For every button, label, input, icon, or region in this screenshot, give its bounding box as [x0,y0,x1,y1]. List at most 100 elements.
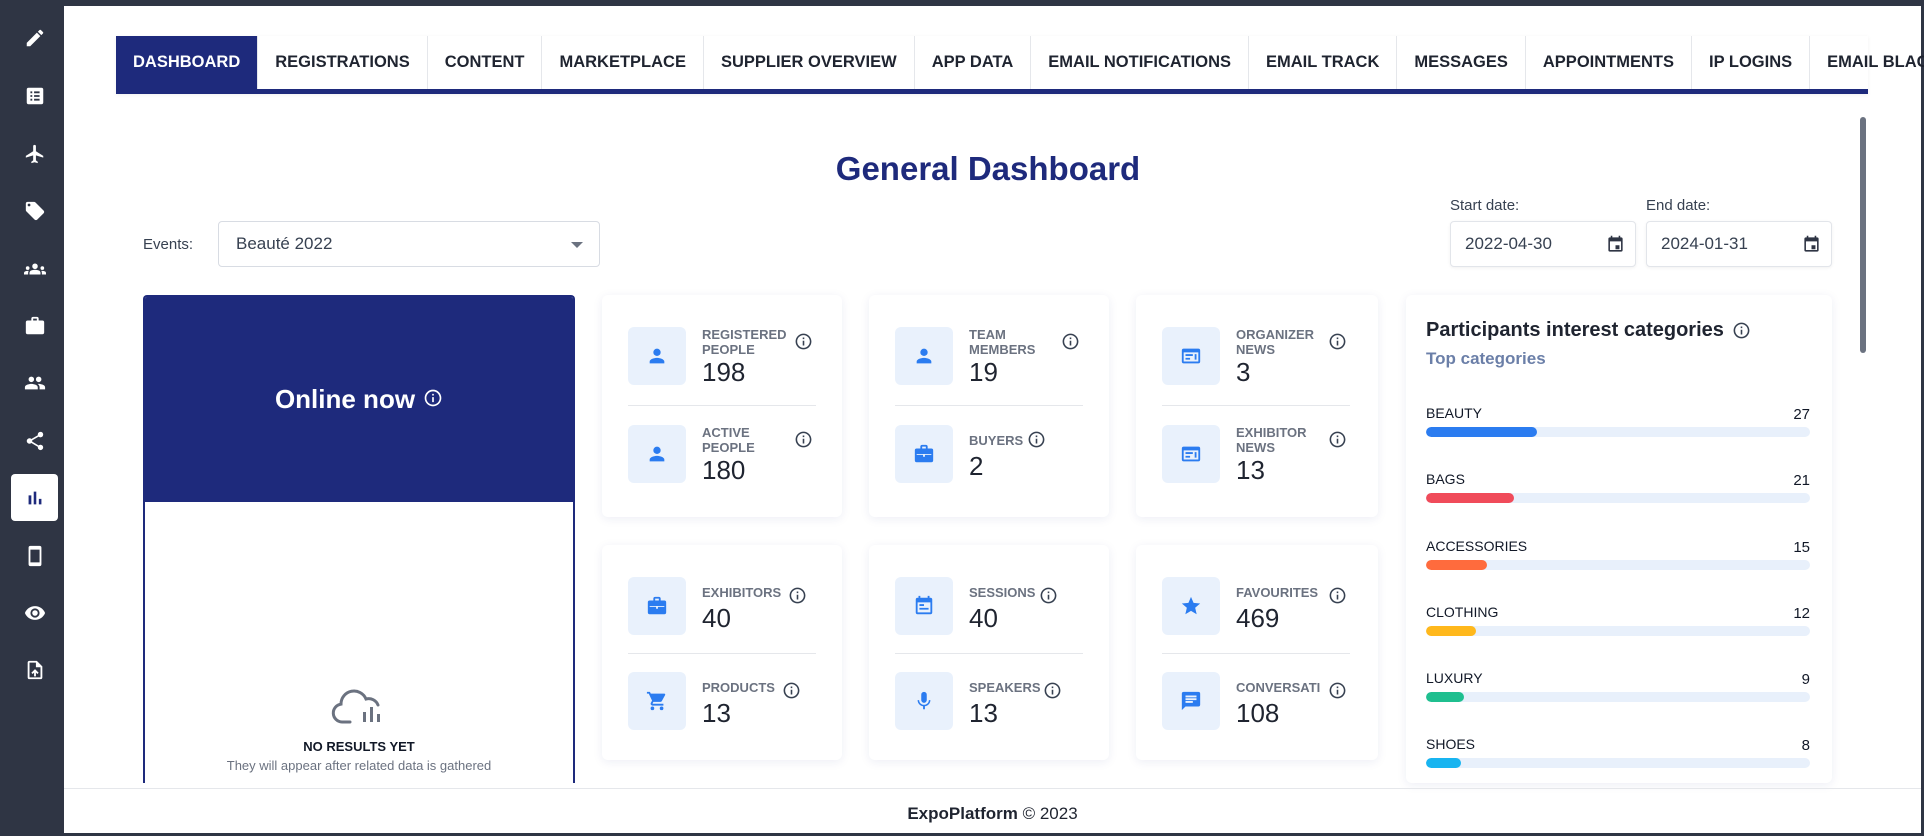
info-icon[interactable] [1043,681,1062,705]
category-name: BAGS [1426,471,1465,487]
footer-brand: ExpoPlatform [907,804,1018,823]
exhibitor-stats-card: EXHIBITORS 40 PRODUCTS 13 [602,545,842,760]
events-label: Events: [143,236,194,253]
info-icon[interactable] [1328,430,1347,454]
category-count: 27 [1793,406,1810,423]
empty-state-subtitle: They will appear after related data is g… [226,758,492,773]
sidebar-item-upload[interactable] [11,646,58,693]
sidebar-item-edit[interactable] [11,14,58,61]
online-now-title: Online now [274,384,416,414]
mobile-icon [28,545,41,566]
stat-speakers: SPEAKERS 13 [895,672,1083,764]
stat-value: 40 [969,603,998,633]
stat-label: EXHIBITOR NEWS [1236,425,1307,455]
stat-value: 2 [969,451,984,481]
category-name: ACCESSORIES [1426,538,1528,554]
tab-app-data[interactable]: APP DATA [915,36,1032,89]
tab-email-track[interactable]: EMAIL TRACK [1249,36,1398,89]
cart-icon [628,672,686,730]
news-icon [1162,425,1220,483]
team-stats-card: TEAM MEMBERS 19 BUYERS 2 [869,295,1109,517]
divider [1162,653,1350,654]
tab-registrations[interactable]: REGISTRATIONS [258,36,428,89]
tab-messages[interactable]: MESSAGES [1397,36,1526,89]
info-icon[interactable] [1039,586,1058,610]
category-bar-fill [1426,427,1538,437]
empty-state-title: NO RESULTS YET [303,739,415,754]
sidebar-item-travel[interactable] [11,130,58,177]
session-stats-card: SESSIONS 40 SPEAKERS 13 [869,545,1109,760]
sidebar-item-preview[interactable] [11,589,58,636]
info-icon[interactable] [1027,430,1046,454]
stat-buyers: BUYERS 2 [895,425,1083,517]
news-stats-card: ORGANIZER NEWS 3 EXHIBITOR NEWS 13 [1136,295,1378,517]
tab-email-notifications[interactable]: EMAIL NOTIFICATIONS [1031,36,1249,89]
page-scrollbar[interactable] [1860,117,1866,353]
start-date-input[interactable]: 2022-04-30 [1450,221,1636,267]
stat-sessions: SESSIONS 40 [895,577,1083,669]
info-icon[interactable] [1061,332,1080,356]
chat-icon [1162,672,1220,730]
stat-value: 198 [702,357,746,387]
end-date-input[interactable]: 2024-01-31 [1646,221,1832,267]
category-bar-track [1426,493,1810,503]
start-date-value: 2022-04-30 [1465,234,1552,253]
info-icon[interactable] [1732,321,1751,340]
info-icon[interactable] [423,384,443,415]
tab-marketplace[interactable]: MARKETPLACE [542,36,704,89]
upload-file-icon [27,660,42,679]
info-icon[interactable] [1328,332,1347,356]
news-icon [1162,327,1220,385]
tab-appointments[interactable]: APPOINTMENTS [1526,36,1692,89]
people-icon [24,376,45,389]
category-count: 21 [1793,472,1810,489]
footer-divider [64,788,1921,789]
sidebar-item-people[interactable] [11,359,58,406]
cloud-chart-icon [145,682,573,735]
stat-value: 180 [702,455,746,485]
sidebar-item-mobile[interactable] [11,532,58,579]
stat-label: ORGANIZER NEWS [1236,327,1314,357]
calendar-icon [895,577,953,635]
info-icon[interactable] [1328,681,1347,705]
category-bar-track [1426,427,1810,437]
sidebar-item-exhibitors[interactable] [11,302,58,349]
online-now-card: Online now NO RESULTS YET They will appe… [143,295,575,783]
tab-supplier-overview[interactable]: SUPPLIER OVERVIEW [704,36,915,89]
stat-label: TEAM MEMBERS [969,327,1036,357]
briefcase-icon [25,316,44,334]
sidebar-item-list[interactable] [11,72,58,119]
tab-dashboard[interactable]: DASHBOARD [116,36,259,89]
sidebar [0,0,64,836]
stat-value: 19 [969,357,998,387]
info-icon[interactable] [788,586,807,610]
info-icon[interactable] [782,681,801,705]
sidebar-item-share[interactable] [11,417,58,464]
events-select[interactable]: Beauté 2022 [218,221,600,267]
info-icon[interactable] [1328,586,1347,610]
events-select-value: Beauté 2022 [236,234,333,253]
stat-value: 40 [702,603,731,633]
category-bar-track [1426,560,1810,570]
info-icon[interactable] [794,430,813,454]
sidebar-item-analytics[interactable] [11,474,58,521]
sidebar-item-groups[interactable] [11,245,58,292]
tab-email-blacklist[interactable]: EMAIL BLACKLIST [1810,36,1924,89]
microphone-icon [895,672,953,730]
stat-exhibitor-news: EXHIBITOR NEWS 13 [1162,425,1350,517]
category-name: CLOTHING [1426,604,1499,620]
participants-title-row: Participants interest categories [1426,319,1751,342]
category-bar-track [1426,692,1810,702]
category-bar-track [1426,626,1810,636]
divider [895,653,1083,654]
tab-ip-logins[interactable]: IP LOGINS [1692,36,1811,89]
participants-subtitle: Top categories [1426,349,1546,368]
stat-label: CONVERSATI [1236,680,1321,695]
sidebar-item-tickets[interactable] [11,187,58,234]
category-bar-fill [1426,758,1461,768]
caret-down-icon [571,242,583,248]
category-row: BEAUTY 27 [1426,405,1810,445]
tab-content[interactable]: CONTENT [428,36,543,89]
info-icon[interactable] [794,332,813,356]
category-row: BAGS 21 [1426,471,1810,511]
